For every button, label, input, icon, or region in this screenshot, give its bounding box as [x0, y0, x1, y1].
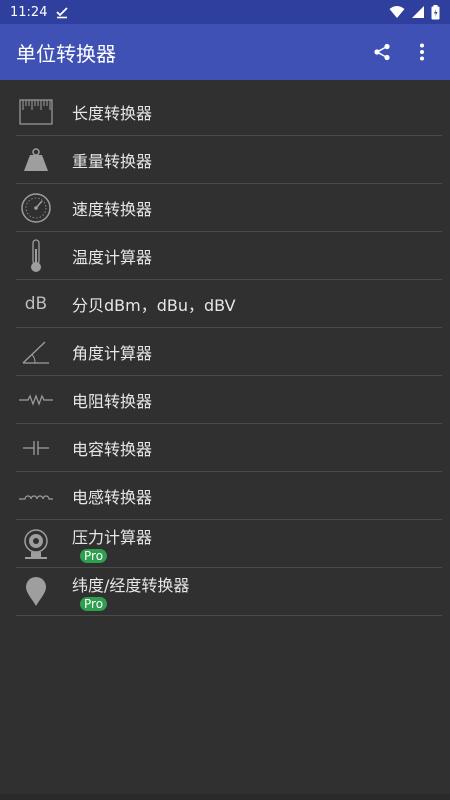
inductor-icon: [16, 476, 56, 516]
list-item-label: 压力计算器: [72, 528, 153, 547]
decibel-icon: dB: [24, 293, 48, 314]
status-time: 11:24: [10, 4, 48, 20]
list-item-label: 纬度/经度转换器: [72, 576, 190, 595]
list-item-label: 长度转换器: [72, 103, 153, 123]
app-bar: 单位转换器: [0, 24, 450, 80]
list-item-speed[interactable]: 速度转换器: [16, 184, 442, 232]
pro-badge: Pro: [80, 597, 108, 611]
list-item-label: 电感转换器: [72, 487, 153, 507]
share-icon: [374, 43, 390, 61]
location-pin-icon: [16, 572, 56, 612]
weight-icon: [16, 140, 56, 180]
list-item-label: 速度转换器: [72, 199, 153, 219]
more-options-button[interactable]: [402, 32, 442, 72]
converter-list: 长度转换器 重量转换器 速度转换器 温度计算器 dB 分贝dBm，dBu，dBV…: [0, 80, 450, 616]
status-bar: 11:24: [0, 0, 450, 24]
list-item-pressure[interactable]: 压力计算器 Pro: [16, 520, 442, 568]
download-done-icon: [56, 7, 69, 19]
speedometer-icon: [16, 188, 56, 228]
list-item-label: 电容转换器: [72, 439, 153, 459]
pro-badge: Pro: [80, 549, 108, 563]
more-vert-icon: [420, 43, 424, 61]
list-item-latlong[interactable]: 纬度/经度转换器 Pro: [16, 568, 442, 616]
list-item-length[interactable]: 长度转换器: [16, 88, 442, 136]
list-item-decibel[interactable]: dB 分贝dBm，dBu，dBV: [16, 280, 442, 328]
thermometer-icon: [16, 236, 56, 276]
list-item-angle[interactable]: 角度计算器: [16, 328, 442, 376]
battery-icon: [431, 4, 440, 19]
bottom-edge: [0, 794, 450, 800]
list-item-weight[interactable]: 重量转换器: [16, 136, 442, 184]
wifi-icon: [389, 6, 405, 18]
list-item-capacitor[interactable]: 电容转换器: [16, 424, 442, 472]
ruler-icon: [16, 92, 56, 132]
list-item-label: 温度计算器: [72, 247, 153, 267]
pressure-gauge-icon: [16, 524, 56, 564]
list-item-temperature[interactable]: 温度计算器: [16, 232, 442, 280]
list-item-label: 角度计算器: [72, 343, 153, 363]
list-item-resistor[interactable]: 电阻转换器: [16, 376, 442, 424]
list-item-label: 电阻转换器: [72, 391, 153, 411]
capacitor-icon: [16, 428, 56, 468]
list-item-label: 重量转换器: [72, 151, 153, 171]
list-item-label: 分贝dBm，dBu，dBV: [72, 295, 236, 315]
signal-icon: [412, 6, 424, 18]
angle-icon: [16, 332, 56, 372]
share-button[interactable]: [362, 32, 402, 72]
list-item-inductor[interactable]: 电感转换器: [16, 472, 442, 520]
resistor-icon: [16, 380, 56, 420]
app-title: 单位转换器: [16, 41, 116, 66]
